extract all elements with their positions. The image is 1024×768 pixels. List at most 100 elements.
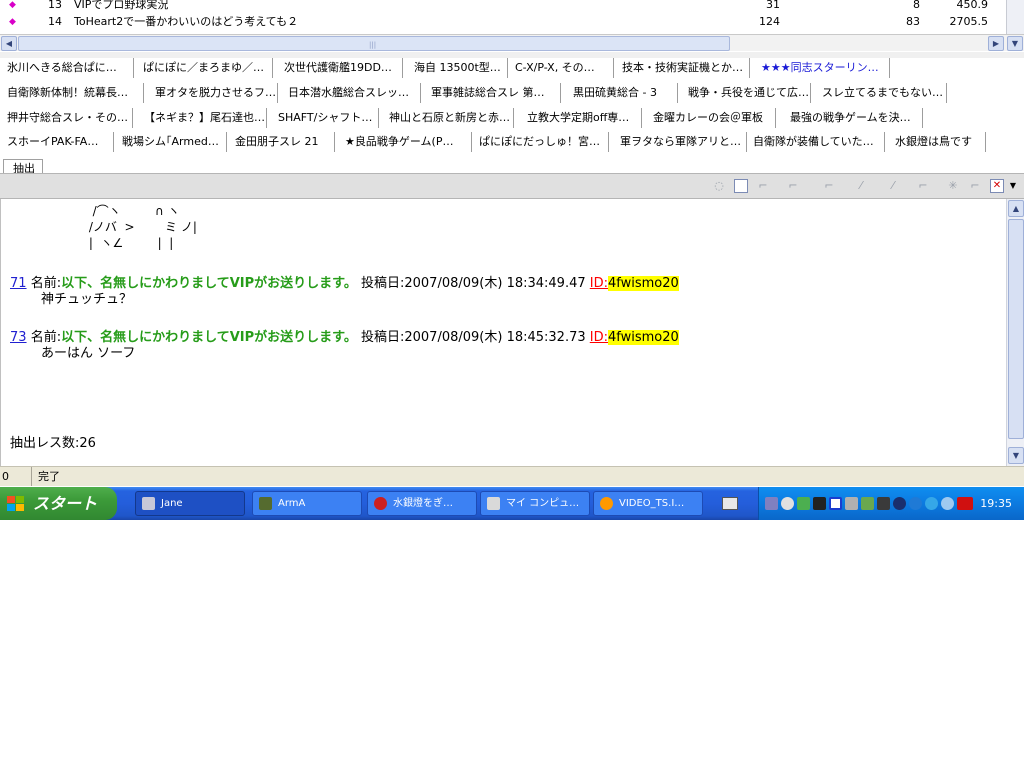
ascii-art-line: /ノバ > ミ ノ| <box>85 220 197 234</box>
tab[interactable]: 【ネギま？】尾石達也… <box>139 108 267 128</box>
tab[interactable]: C-X/P-X, その… <box>510 58 614 78</box>
chevron-down-icon[interactable]: ▼ <box>1008 179 1018 193</box>
poster-id[interactable]: 4fwismo20 <box>608 330 679 345</box>
tab[interactable]: 軍ヲタなら軍隊アリと… <box>615 132 747 152</box>
thread-number: 13 <box>48 0 62 11</box>
play-icon[interactable] <box>829 497 842 510</box>
security-icon[interactable] <box>893 497 906 510</box>
tab[interactable]: ★★★同志スターリン… <box>756 58 890 78</box>
refresh-icon[interactable]: ◌ <box>712 179 726 193</box>
taskbar-button-my-computer[interactable]: マイ コンピュ… <box>480 491 590 516</box>
id-label-link[interactable]: ID: <box>590 276 608 291</box>
post-number-link[interactable]: 73 <box>10 330 27 345</box>
tab[interactable]: 軍オタを脱力させるフ… <box>150 83 278 103</box>
poster-id[interactable]: 4fwismo20 <box>608 276 679 291</box>
taskbar-button-label: ArmA <box>278 498 306 509</box>
tab[interactable]: 海自 13500t型… <box>409 58 508 78</box>
bracket-icon[interactable]: ⌐ <box>822 179 836 193</box>
network-icon[interactable] <box>765 497 778 510</box>
thread-list-horizontal-scrollbar[interactable]: ◀ ||| ▶ ▼ <box>0 34 1024 51</box>
bracket-icon[interactable]: ⌐ <box>786 179 800 193</box>
tab[interactable]: 軍事雑誌総合スレ 第… <box>426 83 561 103</box>
my-computer-icon <box>487 497 500 510</box>
pen-icon[interactable]: ⁄ <box>854 179 868 193</box>
tab[interactable]: 金曜カレーの会＠軍板 <box>648 108 776 128</box>
scroll-left-arrow-icon[interactable]: ◀ <box>1 36 17 51</box>
update-icon[interactable] <box>941 497 954 510</box>
tab[interactable]: ぱにぽにだっしゅ！宮… <box>474 132 609 152</box>
taskbar-button-label: VIDEO_TS.I… <box>619 498 685 509</box>
tab[interactable]: 次世代護衛艦19DD… <box>279 58 403 78</box>
tab[interactable]: スホーイPAK-FA… <box>2 132 114 152</box>
tab[interactable]: ぱにぽに／まろまゆ／… <box>138 58 273 78</box>
bracket-icon[interactable]: ⌐ <box>968 179 982 193</box>
taskbar-button-jane[interactable]: Jane <box>135 491 245 516</box>
post-date: 2007/08/09(木) 18:45:32.73 <box>404 330 586 345</box>
viewer-vertical-scrollbar[interactable]: ▲ ▼ <box>1006 199 1024 466</box>
shield-icon[interactable] <box>861 497 874 510</box>
messenger-icon[interactable] <box>925 497 938 510</box>
tab[interactable]: 押井守総合スレ・その… <box>2 108 133 128</box>
post-header: 73 名前:以下、名無しにかわりましてVIPがお送りします。 投稿日:2007/… <box>10 330 679 346</box>
taskbar-button-browser[interactable]: 水銀燈をぎ… <box>367 491 477 516</box>
taskbar-button-arma[interactable]: ArmA <box>252 491 362 516</box>
thread-title[interactable]: VIPでプロ野球実況 <box>74 0 168 13</box>
bracket-icon[interactable]: ⌐ <box>916 179 930 193</box>
new-thread-mark-icon: ◆ <box>9 0 16 10</box>
bracket-icon[interactable]: ⌐ <box>756 179 770 193</box>
signal-icon[interactable] <box>813 497 826 510</box>
date-label: 投稿日: <box>360 330 405 345</box>
grip-icon: ||| <box>369 41 377 49</box>
tab[interactable]: 黒田硫黄総合 - 3 <box>568 83 678 103</box>
scroll-thumb[interactable] <box>1008 219 1024 439</box>
ascii-art-line: /⌒ヽ ∩ ヽ <box>85 204 180 218</box>
tab[interactable]: SHAFT/シャフト… <box>273 108 379 128</box>
tab[interactable]: 自衛隊新体制！統幕長… <box>2 83 144 103</box>
star-icon[interactable]: ✳ <box>946 179 960 193</box>
tab[interactable]: 金田朋子スレ 21 <box>230 132 335 152</box>
id-label-link[interactable]: ID: <box>590 330 608 345</box>
thread-row[interactable]: ◆ 13 VIPでプロ野球実況 31 8 450.9 <box>0 0 1005 13</box>
keyboard-icon[interactable] <box>722 497 738 510</box>
taskbar-button-video[interactable]: VIDEO_TS.I… <box>593 491 703 516</box>
tab[interactable]: 最強の戦争ゲームを決… <box>785 108 923 128</box>
scroll-down-arrow-icon[interactable]: ▼ <box>1007 36 1023 51</box>
scroll-up-arrow-icon[interactable]: ▲ <box>1008 200 1024 217</box>
tab[interactable]: 技本・技術実証機とか… <box>617 58 750 78</box>
tab[interactable]: ★良品戦争ゲーム(P… <box>340 132 472 152</box>
thread-title[interactable]: ToHeart2で一番かわいいのはどう考えても２ <box>74 14 298 30</box>
poster-name: 以下、名無しにかわりましてVIPがお送りします。 <box>61 276 357 291</box>
thread-list-vertical-scrollbar[interactable] <box>1006 0 1024 34</box>
usb-icon[interactable] <box>845 497 858 510</box>
ascii-art-line: | ヽ∠ | | <box>85 236 174 250</box>
close-tab-icon[interactable]: ✕ <box>990 179 1004 193</box>
start-button[interactable]: スタート <box>0 487 117 520</box>
tab[interactable]: 日本潜水艦総合スレッ… <box>283 83 421 103</box>
thread-viewer: /⌒ヽ ∩ ヽ /ノバ > ミ ノ| | ヽ∠ | | 71 名前:以下、名無し… <box>0 199 1024 466</box>
scroll-right-arrow-icon[interactable]: ▶ <box>988 36 1004 51</box>
app-tray-icon[interactable] <box>797 497 810 510</box>
scroll-down-arrow-icon[interactable]: ▼ <box>1008 447 1024 464</box>
tab[interactable]: 水銀燈は鳥です <box>890 132 986 152</box>
tab[interactable]: 氷川へきる総合ぱに… <box>2 58 134 78</box>
speaker-icon[interactable] <box>877 497 890 510</box>
tab[interactable]: 立教大学定期off専… <box>522 108 642 128</box>
ati-icon[interactable] <box>957 497 973 510</box>
tab[interactable]: 神山と石原と新房と赤… <box>384 108 514 128</box>
thread-row[interactable]: ◆ 14 ToHeart2で一番かわいいのはどう考えても２ 124 83 270… <box>0 14 1005 30</box>
tab[interactable]: スレ立てるまでもない… <box>817 83 947 103</box>
thread-list[interactable]: ◆ 13 VIPでプロ野球実況 31 8 450.9 ◆ 14 ToHeart2… <box>0 0 1024 34</box>
taskbar-button-label: 水銀燈をぎ… <box>393 498 453 509</box>
disk-icon[interactable] <box>781 497 794 510</box>
tab[interactable]: 戦場シム｢Armed… <box>117 132 227 152</box>
pen-icon[interactable]: ⁄ <box>886 179 900 193</box>
extract-count: 抽出レス数:26 <box>10 436 96 451</box>
post-body: 神チュッチュ？ <box>41 292 133 307</box>
windows-logo-icon <box>7 496 25 512</box>
tab[interactable]: 自衛隊が装備していた… <box>748 132 885 152</box>
scroll-thumb[interactable]: ||| <box>18 36 730 51</box>
document-icon[interactable] <box>734 179 748 193</box>
tab[interactable]: 戦争・兵役を通じて広… <box>683 83 811 103</box>
post-number-link[interactable]: 71 <box>10 276 27 291</box>
info-icon[interactable] <box>909 497 922 510</box>
